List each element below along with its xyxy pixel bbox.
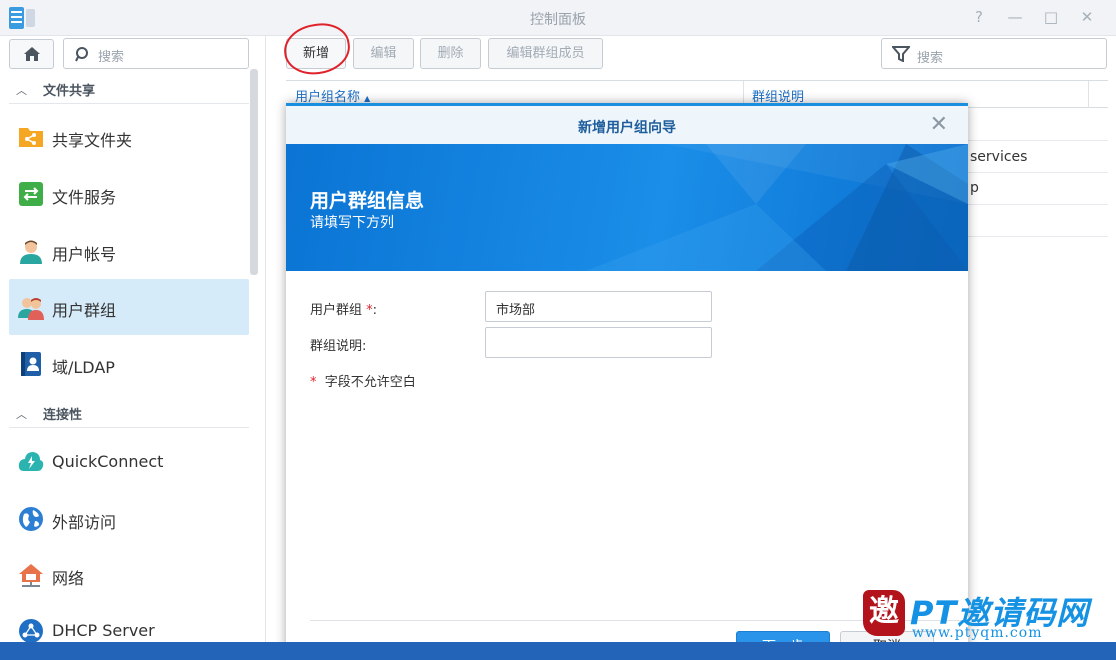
file-service-icon [19,182,43,206]
sort-asc-icon: ▲ [364,94,371,103]
dialog-title: 新增用户组向导 [578,120,676,136]
watermark-logo: 邀 PT邀请码网 www.ptyqm.com [860,588,1110,648]
sidebar: 搜索 ︿ 文件共享 共享文件夹 文件服务 用户帐号 用户群组 域/LDAP ︿ … [0,36,266,643]
group-name-label: 用户群组 *: [310,303,378,318]
sidebar-item-file-services[interactable]: 文件服务 [9,166,249,222]
maximize-icon[interactable]: □ [1042,8,1060,26]
sidebar-item-user-group[interactable]: 用户群组 [9,279,249,335]
shared-folder-icon [19,128,43,147]
sidebar-item-shared-folder[interactable]: 共享文件夹 [9,109,249,165]
wizard-banner: 用户群组信息 请填写下方列 [286,144,968,271]
user-group-icon [18,298,44,320]
section-connectivity[interactable]: ︿ 连接性 [9,398,249,428]
user-icon [20,240,42,264]
group-search-input[interactable]: 搜索 [881,38,1107,69]
table-cell: p [970,180,979,196]
network-icon [19,564,43,587]
minimize-icon[interactable]: — [1006,8,1024,26]
sidebar-item-network[interactable]: 网络 [9,547,249,603]
sidebar-item-quickconnect[interactable]: QuickConnect [9,434,249,490]
sidebar-item-user-account[interactable]: 用户帐号 [9,223,249,279]
group-description-field[interactable] [485,327,712,358]
edit-group-members-button[interactable]: 编辑群组成员 [488,38,603,69]
group-search-placeholder: 搜索 [917,51,944,66]
delete-button[interactable]: 删除 [420,38,481,69]
sidebar-item-domain-ldap[interactable]: 域/LDAP [9,336,249,392]
window-title: 控制面板 [530,12,586,28]
search-icon [75,47,88,62]
required-note: * 字段不允许空白 [310,375,416,390]
home-button[interactable] [9,39,54,69]
quickconnect-icon [18,452,44,471]
group-description-label: 群组说明: [310,339,367,354]
sidebar-scrollbar[interactable] [250,69,258,275]
domain-ldap-icon [21,352,41,376]
create-group-wizard-dialog: 新增用户组向导 ✕ 用户群组信息 请填写下方列 用户群组 *: 市场部 群组说明… [286,103,968,660]
filter-icon [892,46,910,62]
close-icon[interactable]: ✕ [930,112,948,137]
window-titlebar: 控制面板 ? — □ ✕ [0,0,1116,36]
home-icon [23,47,40,61]
edit-button[interactable]: 编辑 [353,38,414,69]
sidebar-search-input[interactable]: 搜索 [63,38,249,69]
sidebar-item-external-access[interactable]: 外部访问 [9,491,249,547]
watermark-seal: 邀 [863,590,905,636]
close-window-icon[interactable]: ✕ [1078,8,1096,26]
help-icon[interactable]: ? [970,8,988,26]
chevron-up-icon: ︿ [16,408,27,421]
table-cell: services [970,149,1028,165]
section-file-sharing[interactable]: ︿ 文件共享 [9,74,249,104]
watermark-url: www.ptyqm.com [912,625,1043,641]
sidebar-search-placeholder: 搜索 [98,50,125,65]
banner-title: 用户群组信息 [310,190,425,212]
dialog-titlebar[interactable]: 新增用户组向导 ✕ [286,106,968,144]
banner-subtitle: 请填写下方列 [310,215,394,231]
chevron-up-icon: ︿ [16,84,27,97]
external-access-icon [19,507,43,531]
dhcp-server-icon [19,619,43,643]
group-name-field[interactable]: 市场部 [485,291,712,322]
